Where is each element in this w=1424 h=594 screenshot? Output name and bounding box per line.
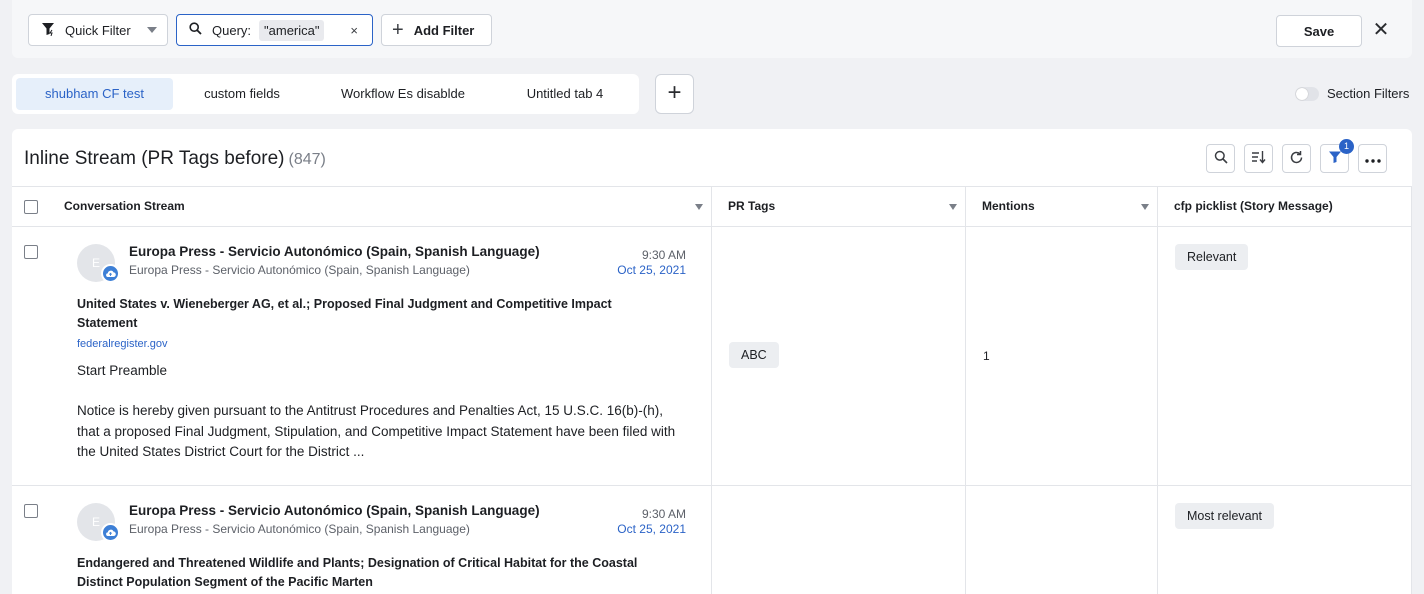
post-body: Notice is hereby given pursuant to the A… [77, 403, 676, 459]
save-button[interactable]: Save [1276, 15, 1362, 47]
stream-count: (847) [288, 151, 326, 168]
post-time: 9:30 AM [641, 507, 686, 521]
more-options-button[interactable] [1358, 144, 1387, 173]
table-row[interactable]: E Europa Press - Servicio Autonómico (Sp… [12, 227, 1412, 486]
section-filters: Section Filters [1295, 86, 1409, 101]
close-icon[interactable]: ✕ [1372, 18, 1390, 42]
sort-icon [1251, 150, 1266, 167]
cloud-icon [101, 264, 120, 283]
column-header-mentions[interactable]: Mentions [982, 187, 1157, 226]
add-filter-label: Add Filter [413, 22, 475, 38]
funnel-icon [1328, 150, 1342, 167]
source-subtitle: Europa Press - Servicio Autonómico (Spai… [129, 522, 470, 536]
quick-filter-button[interactable]: Quick Filter [28, 14, 168, 46]
mentions-count: 1 [983, 349, 990, 363]
section-filters-toggle[interactable] [1295, 86, 1319, 101]
post-date[interactable]: Oct 25, 2021 [596, 263, 686, 277]
row-checkbox[interactable] [24, 504, 38, 518]
search-icon [1214, 150, 1228, 167]
column-menu-icon[interactable] [695, 204, 703, 210]
pr-tag-chip[interactable]: ABC [729, 342, 779, 368]
quick-filter-label: Quick Filter [65, 22, 131, 38]
source-name[interactable]: Europa Press - Servicio Autonómico (Spai… [129, 503, 540, 518]
row-checkbox[interactable] [24, 245, 38, 259]
post-preamble: Start Preamble [77, 363, 168, 378]
source-name[interactable]: Europa Press - Servicio Autonómico (Spai… [129, 244, 540, 259]
stream-tabs: shubham CF test custom fields Workflow E… [12, 74, 639, 114]
tab-custom-fields[interactable]: custom fields [173, 78, 311, 110]
cloud-icon [101, 523, 120, 542]
stream-title: Inline Stream (PR Tags before) [24, 148, 285, 169]
picklist-chip[interactable]: Most relevant [1175, 503, 1275, 529]
post-time: 9:30 AM [641, 248, 686, 262]
query-filter[interactable]: Query: "america" × [176, 14, 373, 46]
add-tab-button[interactable]: + [655, 74, 694, 114]
select-all-checkbox[interactable] [24, 200, 38, 214]
funnel-bolt-icon [41, 22, 55, 39]
filter-button[interactable]: 1 [1320, 139, 1354, 173]
clear-query-icon[interactable]: × [350, 23, 358, 38]
refresh-icon [1289, 150, 1304, 168]
tab-untitled-4[interactable]: Untitled tab 4 [495, 78, 635, 110]
column-menu-icon[interactable] [949, 204, 957, 210]
tab-workflow-es-disablde[interactable]: Workflow Es disablde [311, 78, 495, 110]
plus-icon: + [392, 19, 404, 41]
section-filters-label: Section Filters [1327, 86, 1410, 101]
tab-shubham-cf-test[interactable]: shubham CF test [16, 78, 173, 110]
post-date[interactable]: Oct 25, 2021 [596, 522, 686, 536]
post-headline: United States v. Wieneberger AG, et al.;… [77, 297, 612, 330]
table-row[interactable]: E Europa Press - Servicio Autonómico (Sp… [12, 486, 1412, 594]
chevron-down-icon [147, 27, 157, 33]
column-header-conversation-stream[interactable]: Conversation Stream [64, 187, 704, 226]
post-headline: Endangered and Threatened Wildlife and P… [77, 556, 638, 589]
refresh-button[interactable] [1282, 144, 1311, 173]
page-title: Inline Stream (PR Tags before) (847) [24, 148, 326, 170]
column-menu-icon[interactable] [1141, 204, 1149, 210]
query-value-chip: "america" [259, 19, 325, 41]
add-filter-button[interactable]: + Add Filter [381, 14, 492, 46]
source-domain-link[interactable]: federalregister.gov [77, 338, 168, 350]
sort-button[interactable] [1244, 144, 1273, 173]
filter-count-badge: 1 [1339, 139, 1354, 154]
source-subtitle: Europa Press - Servicio Autonómico (Spai… [129, 263, 470, 277]
search-button[interactable] [1206, 144, 1235, 173]
more-horizontal-icon [1364, 151, 1381, 166]
stream-card: Inline Stream (PR Tags before) (847) 1 Co… [12, 129, 1412, 594]
query-label: Query: [212, 22, 252, 38]
column-header-cfp-picklist[interactable]: cfp picklist (Story Message) [1174, 187, 1404, 226]
table-header: Conversation Stream PR Tags Mentions cfp… [12, 186, 1412, 227]
picklist-chip[interactable]: Relevant [1175, 244, 1249, 270]
search-icon [189, 22, 202, 38]
column-header-pr-tags[interactable]: PR Tags [728, 187, 968, 226]
filter-bar: Quick Filter Query: "america" × + Add Fi… [12, 0, 1412, 58]
